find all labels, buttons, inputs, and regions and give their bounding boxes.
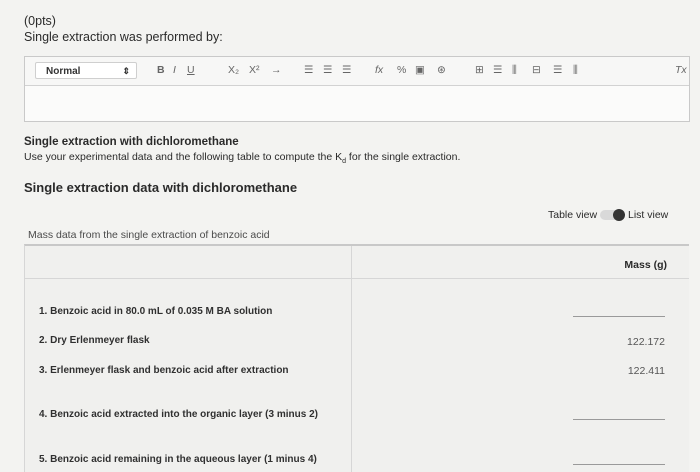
chevron-updown-icon: ⇕ [122,66,130,76]
italic-button[interactable]: I [173,64,176,76]
underline-button[interactable]: U [187,64,195,76]
row-input-4[interactable] [573,419,665,420]
question-points: (0pts) [24,14,56,28]
link-button[interactable]: % [397,64,406,76]
question-text: Single extraction was performed by: [24,30,223,44]
row-value-3[interactable]: 122.411 [628,365,665,377]
superscript-button[interactable]: X² [249,64,260,76]
row-label-2: 2. Dry Erlenmeyer flask [39,335,150,346]
bold-button[interactable]: B [157,64,165,76]
arrow-icon[interactable]: → [271,64,282,76]
data-section-title: Single extraction data with dichlorometh… [24,180,298,195]
embed-button[interactable]: ⊛ [437,64,446,76]
ordered-list-button[interactable]: ☰ [304,64,313,76]
row-label-1: 1. Benzoic acid in 80.0 mL of 0.035 M BA… [39,306,273,317]
row-label-3: 3. Erlenmeyer flask and benzoic acid aft… [39,365,289,376]
formula-button[interactable]: fx [375,64,383,76]
row-label-5: 5. Benzoic acid remaining in the aqueous… [39,454,317,465]
section-title: Single extraction with dichloromethane [24,136,239,148]
description-pre: Use your experimental data and the follo… [24,151,343,163]
list-view-label[interactable]: List view [628,209,668,221]
table-caption: Mass data from the single extraction of … [28,229,270,241]
table-button[interactable]: ⊞ [475,64,484,76]
mass-data-table: Mass (g) 1. Benzoic acid in 80.0 mL of 0… [24,244,689,472]
toggle-knob[interactable] [613,209,625,221]
table-split-button[interactable]: ☰ [553,64,562,76]
view-toggle[interactable]: Table view List view [548,209,668,221]
table-merge-button[interactable]: ⊟ [532,64,541,76]
description-post: for the single extraction. [346,151,461,163]
align-button[interactable]: ☰ [342,64,351,76]
editor-toolbar: Normal ⇕ B I U X₂ X² → ☰ ☰ ☰ fx % ▣ ⊛ ⊞ … [25,57,689,86]
bullet-list-button[interactable]: ☰ [323,64,332,76]
paragraph-format-select[interactable]: Normal ⇕ [35,62,137,79]
column-divider [351,246,352,472]
row-value-2[interactable]: 122.172 [627,336,665,348]
row-input-1[interactable] [573,316,665,317]
section-description: Use your experimental data and the follo… [24,151,460,165]
image-button[interactable]: ▣ [415,64,425,76]
row-input-5[interactable] [573,464,665,465]
row-label-4: 4. Benzoic acid extracted into the organ… [39,409,318,420]
table-row-button[interactable]: ☰ [493,64,502,76]
rich-text-editor: Normal ⇕ B I U X₂ X² → ☰ ☰ ☰ fx % ▣ ⊛ ⊞ … [24,56,690,122]
clear-format-button[interactable]: Tx [675,64,687,76]
format-value: Normal [46,66,81,77]
table-view-label[interactable]: Table view [548,209,597,221]
mass-column-header: Mass (g) [624,259,667,271]
table-more-button[interactable]: ⫼ [573,64,578,77]
table-header-row: Mass (g) [25,246,689,279]
subscript-button[interactable]: X₂ [228,64,239,76]
editor-text-area[interactable] [25,86,689,121]
table-column-button[interactable]: ⫼ [512,64,517,77]
